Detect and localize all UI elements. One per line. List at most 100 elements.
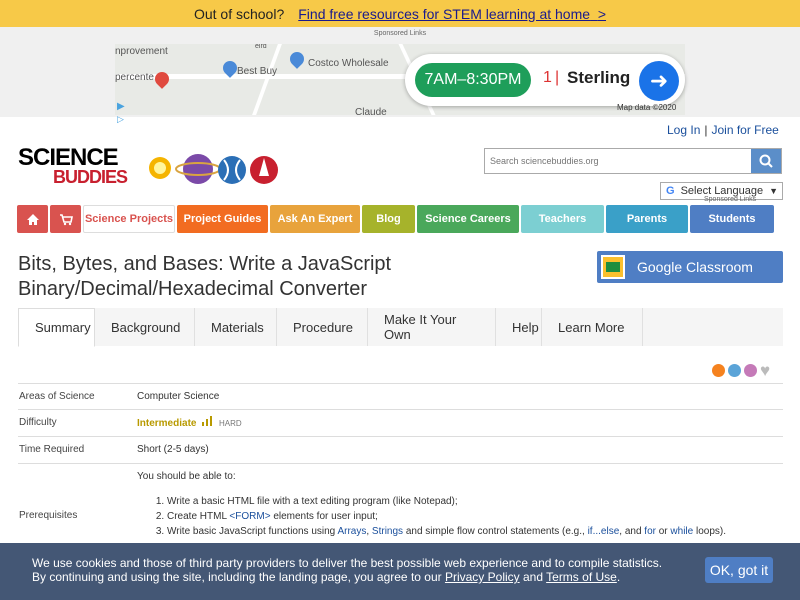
project-tabs: Summary Background Materials Procedure M…: [18, 308, 783, 347]
prereq-intro: You should be able to:: [137, 471, 236, 482]
nav-science-careers[interactable]: Science Careers: [417, 205, 519, 233]
classroom-label: Google Classroom: [637, 259, 753, 275]
time-value: Short (2-5 days): [137, 444, 209, 455]
prereq-text: Create HTML: [167, 511, 230, 522]
tab-make-it-your-own[interactable]: Make It Your Own: [368, 308, 496, 346]
google-classroom-button[interactable]: Google Classroom: [597, 251, 783, 283]
prereq-text: or: [655, 526, 671, 537]
tab-learn-more[interactable]: Learn More: [542, 308, 643, 346]
time-label: Time Required: [19, 444, 85, 455]
map-data-credit: Map data ©2020: [617, 103, 677, 112]
prereq-text: and simple flow control statements (e.g.…: [403, 526, 588, 537]
promo-arrow[interactable]: >: [598, 6, 606, 22]
table-row: Time Required Short (2-5 days): [18, 436, 783, 463]
arrays-link[interactable]: Arrays: [337, 526, 366, 537]
tab-summary[interactable]: Summary: [18, 308, 95, 347]
difficulty-hard: HARD: [219, 419, 242, 428]
map-label-3: Best Buy: [237, 66, 278, 77]
store-town: Sterling: [567, 68, 631, 87]
site-logo[interactable]: SCIENCE BUDDIES: [18, 140, 278, 192]
store-distance: 1: [543, 69, 552, 86]
nav-students[interactable]: Students: [690, 205, 774, 233]
favorite-heart-icon[interactable]: ♥: [760, 362, 770, 379]
difficulty-value: Intermediate HARD: [137, 416, 242, 429]
prereq-text: loops).: [693, 526, 727, 537]
cookie-text-2a: By continuing and using the site, includ…: [32, 570, 445, 584]
for-link[interactable]: for: [644, 526, 656, 537]
page-title-line1: Bits, Bytes, and Bases: Write a JavaScri…: [18, 253, 392, 275]
if-else-link[interactable]: if...else: [588, 526, 620, 537]
search-input[interactable]: [485, 149, 752, 173]
cookie-banner: We use cookies and those of third party …: [0, 543, 800, 600]
ad-close-icon[interactable]: ▷: [117, 114, 124, 125]
sponsored-label: Sponsored Links: [373, 30, 427, 37]
nav-ask-an-expert[interactable]: Ask An Expert: [270, 205, 360, 233]
promo-question: Out of school?: [193, 5, 285, 22]
search-icon[interactable]: [751, 149, 781, 173]
prereq-value: You should be able to: Write a basic HTM…: [137, 471, 777, 539]
tab-materials[interactable]: Materials: [195, 308, 277, 346]
difficulty-level: Intermediate: [137, 418, 197, 429]
areas-label: Areas of Science: [19, 391, 95, 402]
terms-of-use-link[interactable]: Terms of Use: [546, 570, 617, 584]
prereq-text: , and: [619, 526, 645, 537]
directions-icon[interactable]: ➜: [639, 61, 679, 101]
tab-filler: [643, 308, 783, 346]
map-label-1: nprovement: [115, 46, 168, 57]
cookie-ok-button[interactable]: OK, got it: [705, 557, 773, 583]
list-item: Write basic JavaScript functions using A…: [167, 524, 777, 539]
email-icon[interactable]: [744, 364, 757, 377]
store-hours: 7AM–8:30PM: [415, 63, 531, 97]
strings-link[interactable]: Strings: [372, 526, 403, 537]
rss-icon[interactable]: [712, 364, 725, 377]
form-link[interactable]: <FORM>: [229, 511, 270, 522]
join-link[interactable]: Join for Free: [712, 123, 779, 137]
list-item: Create HTML <FORM> elements for user inp…: [167, 509, 777, 524]
cart-icon: [59, 213, 73, 225]
promo-bar: Out of school? Find free resources for S…: [0, 0, 800, 27]
tab-background[interactable]: Background: [95, 308, 195, 346]
ad-store-card[interactable]: 7AM–8:30PM 1 | Sterling ➜: [405, 54, 685, 106]
promo-link-text[interactable]: Find free resources for STEM learning at…: [298, 6, 590, 22]
logo-science-icons: [149, 154, 278, 184]
print-icon[interactable]: [728, 364, 741, 377]
nav-project-guides[interactable]: Project Guides: [177, 205, 268, 233]
project-info-table: Areas of Science Computer Science Diffic…: [18, 383, 783, 563]
prereq-text: elements for user input;: [270, 511, 378, 522]
nav-parents[interactable]: Parents: [606, 205, 688, 233]
sponsored-label-2: Sponsored Links: [704, 196, 757, 203]
tab-help[interactable]: Help: [496, 308, 542, 346]
prereq-list: Write a basic HTML file with a text edit…: [167, 494, 777, 539]
home-icon: [26, 213, 39, 225]
classroom-icon: [601, 255, 625, 279]
nav-blog[interactable]: Blog: [362, 205, 415, 233]
auth-links: Log In | Join for Free: [667, 123, 779, 137]
map-label-5: Claude: [355, 107, 387, 115]
while-link[interactable]: while: [670, 526, 693, 537]
nav-teachers[interactable]: Teachers: [521, 205, 604, 233]
nav-home[interactable]: [17, 205, 48, 233]
ad-play-icon[interactable]: ▶: [117, 101, 125, 112]
prereq-label: Prerequisites: [19, 510, 78, 521]
list-item: Write a basic HTML file with a text edit…: [167, 494, 777, 509]
table-row: Difficulty Intermediate HARD: [18, 409, 783, 436]
promo-link[interactable]: Find free resources for STEM learning at…: [298, 6, 606, 22]
page-title: Bits, Bytes, and Bases: Write a JavaScri…: [18, 252, 498, 302]
main-nav: Science Projects Project Guides Ask An E…: [17, 205, 776, 233]
login-link[interactable]: Log In: [667, 123, 700, 137]
nav-science-projects[interactable]: Science Projects: [83, 205, 175, 233]
cookie-and: and: [519, 570, 547, 584]
auth-separator: |: [704, 123, 708, 137]
prereq-text: Write basic JavaScript functions using: [167, 526, 338, 537]
privacy-policy-link[interactable]: Privacy Policy: [445, 570, 520, 584]
store-separator: |: [555, 69, 560, 86]
costco-pin-icon: [287, 49, 307, 69]
difficulty-bars-icon: [202, 416, 213, 426]
areas-value-link[interactable]: Computer Science: [137, 391, 219, 402]
search-box: [484, 148, 782, 174]
tab-procedure[interactable]: Procedure: [277, 308, 368, 346]
store-pin-icon: [152, 69, 172, 89]
nav-cart[interactable]: [50, 205, 81, 233]
map-label-4: percente: [115, 72, 154, 83]
cookie-text-2: By continuing and using the site, includ…: [32, 570, 620, 584]
